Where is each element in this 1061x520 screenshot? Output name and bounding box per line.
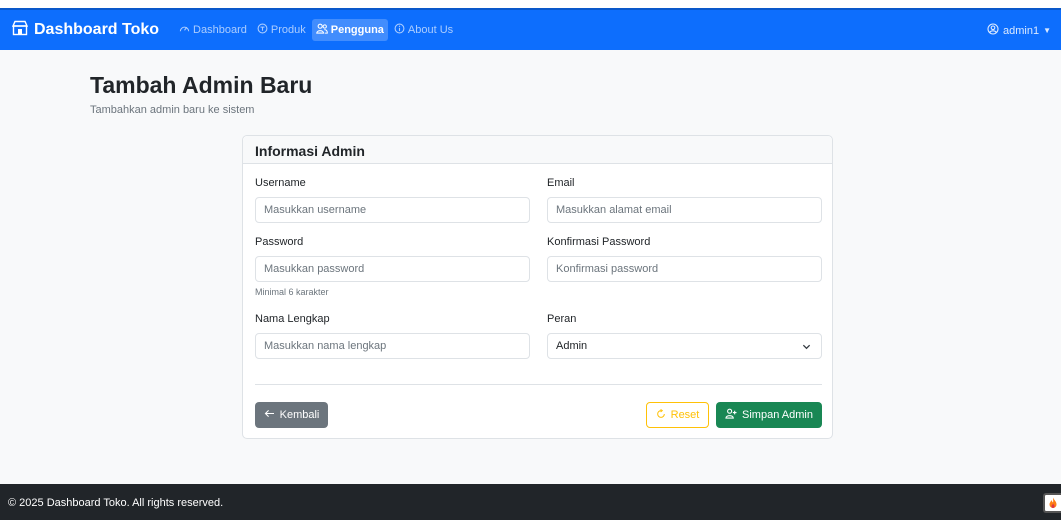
arrow-left-icon xyxy=(264,409,280,421)
password-label: Password xyxy=(255,236,304,248)
navbar-brand[interactable]: Dashboard Toko xyxy=(11,20,160,41)
shop-icon xyxy=(11,20,34,41)
nav-link-label: Pengguna xyxy=(330,24,384,36)
nav-link-label: About Us xyxy=(407,24,454,36)
user-dropdown[interactable]: admin1 ▼ xyxy=(987,23,1051,38)
full-name-label: Nama Lengkap xyxy=(255,313,330,325)
save-button-label: Simpan Admin xyxy=(742,409,813,421)
card-header: Informasi Admin xyxy=(243,136,832,164)
nav-link-dashboard[interactable]: Dashboard xyxy=(175,19,251,41)
username-input[interactable] xyxy=(255,197,530,223)
back-button-label: Kembali xyxy=(279,409,320,421)
page-title: Tambah Admin Baru xyxy=(90,72,313,98)
caret-down-icon: ▼ xyxy=(1043,26,1051,35)
reset-button[interactable]: Reset xyxy=(646,402,709,428)
user-circle-icon xyxy=(987,23,1003,38)
save-admin-button[interactable]: Simpan Admin xyxy=(716,402,822,428)
password-input[interactable] xyxy=(255,256,530,282)
box-icon xyxy=(257,23,271,37)
top-strip xyxy=(0,0,1061,8)
nav-link-produk[interactable]: Produk xyxy=(253,19,310,41)
back-button[interactable]: Kembali xyxy=(255,402,328,428)
nav-link-label: Produk xyxy=(270,24,306,36)
info-circle-icon xyxy=(394,23,408,37)
username-label: admin1 xyxy=(1003,24,1040,37)
email-input[interactable] xyxy=(547,197,822,223)
form-divider xyxy=(255,384,822,385)
footer: © 2025 Dashboard Toko. All rights reserv… xyxy=(0,484,1061,520)
role-select-value: Admin xyxy=(556,340,588,352)
admin-form-card: Informasi Admin Username Email Password … xyxy=(242,135,833,439)
footer-copyright: © 2025 Dashboard Toko. All rights reserv… xyxy=(8,497,224,509)
nav-link-label: Dashboard xyxy=(193,24,247,36)
navbar: Dashboard Toko Dashboard Produk Pengguna… xyxy=(0,8,1061,50)
reset-button-label: Reset xyxy=(670,409,700,421)
username-label: Username xyxy=(255,177,306,189)
page-subtitle: Tambahkan admin baru ke sistem xyxy=(90,104,255,116)
brand-label: Dashboard Toko xyxy=(34,21,160,38)
flame-icon[interactable] xyxy=(1043,493,1061,513)
confirm-password-label: Konfirmasi Password xyxy=(547,236,651,248)
person-plus-icon xyxy=(725,408,742,422)
email-label: Email xyxy=(547,177,575,189)
role-label: Peran xyxy=(547,313,577,325)
nav-link-pengguna[interactable]: Pengguna xyxy=(311,19,388,41)
nav-link-about[interactable]: About Us xyxy=(390,19,457,41)
speedometer-icon xyxy=(179,23,193,37)
confirm-password-input[interactable] xyxy=(547,256,822,282)
people-icon xyxy=(315,23,331,37)
role-select[interactable]: Admin xyxy=(547,333,822,359)
password-help-text: Minimal 6 karakter xyxy=(255,287,329,297)
chevron-down-icon xyxy=(802,342,811,354)
refresh-icon xyxy=(656,408,671,422)
full-name-input[interactable] xyxy=(255,333,530,359)
